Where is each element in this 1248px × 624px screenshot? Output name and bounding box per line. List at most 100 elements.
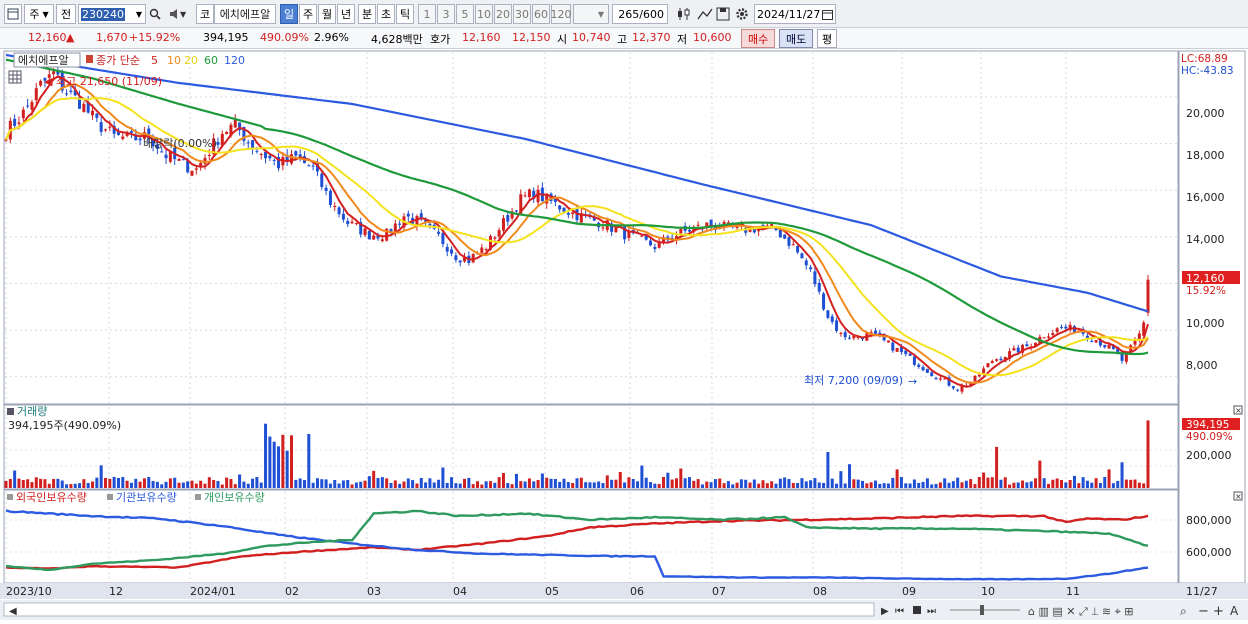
- tab-period-second[interactable]: 초: [377, 4, 395, 24]
- volume-bar: [17, 478, 21, 488]
- volume-bar: [636, 481, 640, 488]
- tab-period-month[interactable]: 월: [318, 4, 336, 24]
- zoom-out-icon[interactable]: −: [1198, 604, 1209, 619]
- minute-label: 10: [477, 7, 491, 21]
- tab-period-year[interactable]: 년: [337, 4, 355, 24]
- minute-30-button[interactable]: 30: [513, 4, 531, 24]
- scroll-left-icon[interactable]: ◀: [9, 606, 17, 617]
- period-label: 초: [380, 8, 392, 21]
- stop-icon[interactable]: [913, 606, 921, 614]
- minute-3-button[interactable]: 3: [437, 4, 455, 24]
- volume-bar: [112, 476, 116, 488]
- prev-button[interactable]: 전: [56, 4, 76, 24]
- horizontal-scrollbar[interactable]: [3, 602, 875, 617]
- candle-body: [268, 155, 272, 159]
- volume-bar: [1038, 460, 1042, 488]
- drawing-tools-icons[interactable]: ⌂ ▥ ▤ ✕ ⤢ ⟂ ≋ ⌖ ⊞: [1028, 605, 1134, 618]
- volume-bar: [13, 470, 17, 488]
- market-type-select[interactable]: 주 ▼: [24, 4, 54, 24]
- scroll-right-icon[interactable]: ▶: [881, 606, 889, 617]
- eval-button[interactable]: 평: [817, 29, 838, 48]
- volume-bar: [705, 481, 709, 488]
- minute-120-button[interactable]: 120: [550, 4, 572, 24]
- minute-1-button[interactable]: 1: [418, 4, 436, 24]
- volume-bar: [320, 479, 324, 488]
- tab-period-day[interactable]: 일: [280, 4, 298, 24]
- candle-body: [341, 213, 345, 220]
- draw-tool-button[interactable]: [696, 4, 714, 24]
- chart-area[interactable]: 에치에프알 종가 단순 5 10 20 60 120 LC:68.89 HC:-…: [0, 50, 1248, 621]
- buy-button[interactable]: 매수: [741, 29, 776, 48]
- search-icon: [149, 8, 161, 20]
- date-input[interactable]: 2024/11/27: [754, 4, 836, 24]
- holdings-panel[interactable]: [3, 489, 1179, 584]
- window-menu-button[interactable]: [4, 4, 22, 24]
- volume-bar: [731, 484, 735, 488]
- zoom-search-icon[interactable]: ⌕: [1180, 604, 1187, 618]
- x-tick: 04: [453, 585, 467, 598]
- sell-button[interactable]: 매도: [779, 29, 814, 48]
- candle-body: [908, 353, 912, 356]
- volume-bar: [311, 482, 315, 488]
- volume-bar: [398, 483, 402, 488]
- sound-button[interactable]: ▼: [166, 4, 192, 24]
- low-marker: 최저 7,200 (09/09): [804, 374, 903, 387]
- candle-body: [264, 151, 268, 159]
- volume-bar: [752, 479, 756, 488]
- up-arrow-icon: ▲: [66, 31, 75, 44]
- market-ko-button[interactable]: 코: [196, 4, 214, 24]
- minute-10-button[interactable]: 10: [475, 4, 493, 24]
- fast-forward-icon[interactable]: ⏭: [927, 606, 936, 617]
- volume-bar: [739, 479, 743, 488]
- stock-name-field[interactable]: 에치에프알: [214, 4, 276, 24]
- candle-body: [990, 361, 994, 364]
- custom-period-select[interactable]: ▼: [573, 4, 609, 24]
- candle-body: [813, 271, 817, 285]
- volume-panel[interactable]: [3, 404, 1179, 490]
- volume-bar: [30, 482, 34, 488]
- tab-period-tick[interactable]: 틱: [396, 4, 414, 24]
- minute-60-button[interactable]: 60: [532, 4, 550, 24]
- grid-toggle-icon[interactable]: [8, 70, 22, 84]
- candle-body: [921, 366, 925, 371]
- chart-svg[interactable]: 에치에프알 종가 단순 5 10 20 60 120 LC:68.89 HC:-…: [0, 50, 1248, 621]
- calendar-icon: [822, 9, 833, 20]
- volume-bar: [1059, 479, 1063, 488]
- font-size-icon[interactable]: A: [1230, 604, 1239, 618]
- holdings-y-tick: 800,000: [1186, 514, 1232, 527]
- candle-body: [1094, 340, 1098, 343]
- save-button[interactable]: [714, 4, 732, 24]
- volume-bar: [458, 483, 462, 488]
- eval-label: 평: [822, 33, 833, 46]
- volume-bar: [8, 479, 12, 488]
- volume-bar: [1120, 462, 1124, 488]
- chart-type-button[interactable]: [674, 4, 694, 24]
- rewind-icon[interactable]: ⏮: [895, 606, 904, 617]
- candle-body: [809, 267, 813, 270]
- search-button[interactable]: [146, 4, 164, 24]
- bar-count-input[interactable]: 265/600: [612, 4, 668, 24]
- volume-bar: [264, 423, 268, 488]
- tab-period-minute[interactable]: 분: [358, 4, 376, 24]
- minute-20-button[interactable]: 20: [494, 4, 512, 24]
- volume-bar: [804, 481, 808, 488]
- stock-name-label: 에치에프알: [18, 53, 69, 67]
- volume-bar: [895, 469, 899, 488]
- code-dropdown-button[interactable]: ▼: [132, 4, 146, 24]
- volume-pct-tag: 490.09%: [1186, 431, 1233, 443]
- candle-body: [95, 113, 99, 118]
- settings-button[interactable]: [732, 4, 752, 24]
- minute-label: 120: [550, 7, 572, 21]
- volume-bar: [969, 479, 973, 488]
- candle-body: [69, 90, 73, 93]
- minute-5-button[interactable]: 5: [456, 4, 474, 24]
- zoom-slider-handle[interactable]: [980, 605, 984, 615]
- period-label: 분: [361, 8, 373, 21]
- volume-bar: [848, 464, 852, 488]
- ask-price: 12,160: [462, 31, 501, 44]
- volume-bar: [579, 477, 583, 488]
- volume-bar: [588, 482, 592, 488]
- tab-period-week[interactable]: 주: [299, 4, 317, 24]
- zoom-in-icon[interactable]: +: [1213, 604, 1224, 619]
- legend-institution: 기관보유수량: [116, 491, 177, 504]
